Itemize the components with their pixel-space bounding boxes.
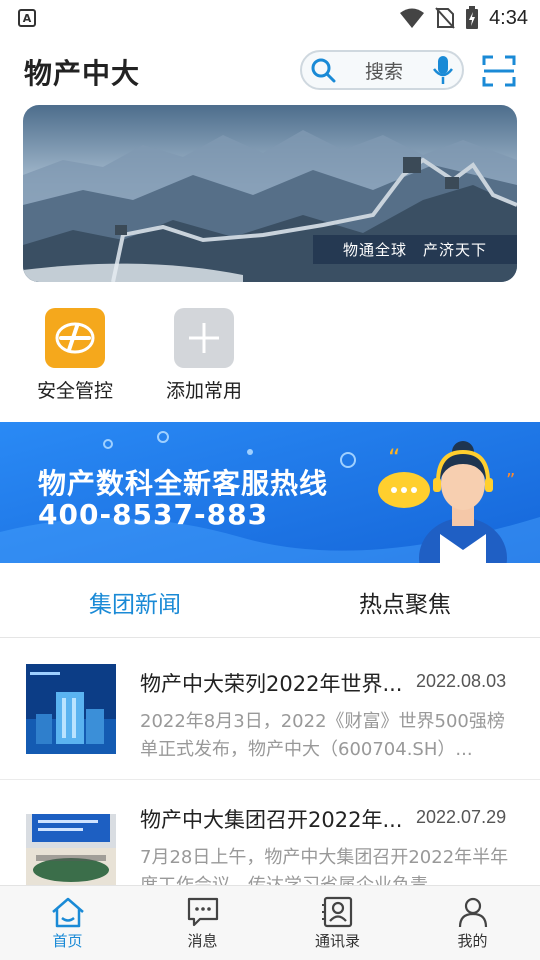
nav-label: 我的 [457, 931, 488, 950]
wifi-icon [400, 8, 425, 28]
scan-icon[interactable] [482, 54, 516, 88]
nav-label: 通讯录 [314, 931, 360, 950]
banner-caption: 物通全球 产济天下 [312, 235, 517, 264]
tab-hot-focus[interactable]: 热点聚焦 [270, 566, 540, 637]
news-title: 物产中大荣列2022年世界... [140, 672, 403, 696]
svg-text:”: ” [506, 470, 515, 491]
nav-label: 首页 [52, 931, 83, 950]
search-icon [311, 58, 336, 83]
hotline-title: 物产数科全新客服热线 [38, 467, 329, 500]
search-placeholder: 搜索 [364, 60, 403, 83]
safety-control-icon [45, 308, 105, 368]
status-bar: A 4:34 [0, 0, 540, 36]
search-input[interactable]: 搜索 [300, 50, 464, 90]
microphone-icon[interactable] [432, 55, 454, 85]
news-thumbnail [26, 800, 116, 890]
quick-action-add-common[interactable]: 添加常用 [144, 308, 264, 403]
page-title: 物产中大 [24, 57, 141, 90]
message-icon [187, 897, 218, 926]
news-item[interactable]: 物产中大荣列2022年世界... 2022.08.03 2022年8月3日，20… [0, 638, 540, 778]
app-header: 物产中大 搜索 [0, 44, 540, 100]
quick-action-label: 添加常用 [165, 380, 242, 402]
quick-action-label: 安全管控 [36, 380, 113, 402]
hero-banner[interactable]: 物通全球 产济天下 [23, 105, 517, 282]
home-icon [51, 897, 84, 927]
nav-label: 消息 [187, 931, 218, 950]
bottom-navigation: 首页 消息 通讯录 我的 [0, 885, 540, 960]
app-notification-icon: A [18, 9, 36, 27]
nav-home[interactable]: 首页 [0, 886, 135, 960]
news-date: 2022.07.29 [416, 807, 507, 827]
hotline-number[interactable]: 400-8537-883 [38, 498, 268, 531]
news-summary: 2022年8月3日，2022《财富》世界500强榜单正式发布，物产中大（6007… [140, 711, 505, 760]
nav-contacts[interactable]: 通讯录 [270, 886, 405, 960]
battery-charging-icon [466, 6, 479, 29]
svg-text:“: “ [388, 444, 400, 472]
add-icon [174, 308, 234, 368]
tab-group-news[interactable]: 集团新闻 [0, 566, 270, 637]
profile-icon [458, 897, 487, 927]
news-thumbnail [26, 664, 116, 754]
quick-action-safety-control[interactable]: 安全管控 [15, 308, 135, 403]
news-tabs: 集团新闻 热点聚焦 [0, 566, 540, 638]
nav-profile[interactable]: 我的 [405, 886, 540, 960]
nav-messages[interactable]: 消息 [135, 886, 270, 960]
contacts-icon [321, 896, 352, 927]
news-title: 物产中大集团召开2022年... [140, 808, 403, 832]
hotline-banner[interactable]: “ ” 物产数科全新客服热线 400-8537-883 [0, 422, 540, 563]
news-date: 2022.08.03 [416, 671, 507, 691]
clock: 4:34 [489, 6, 528, 29]
no-sim-icon [435, 7, 455, 29]
